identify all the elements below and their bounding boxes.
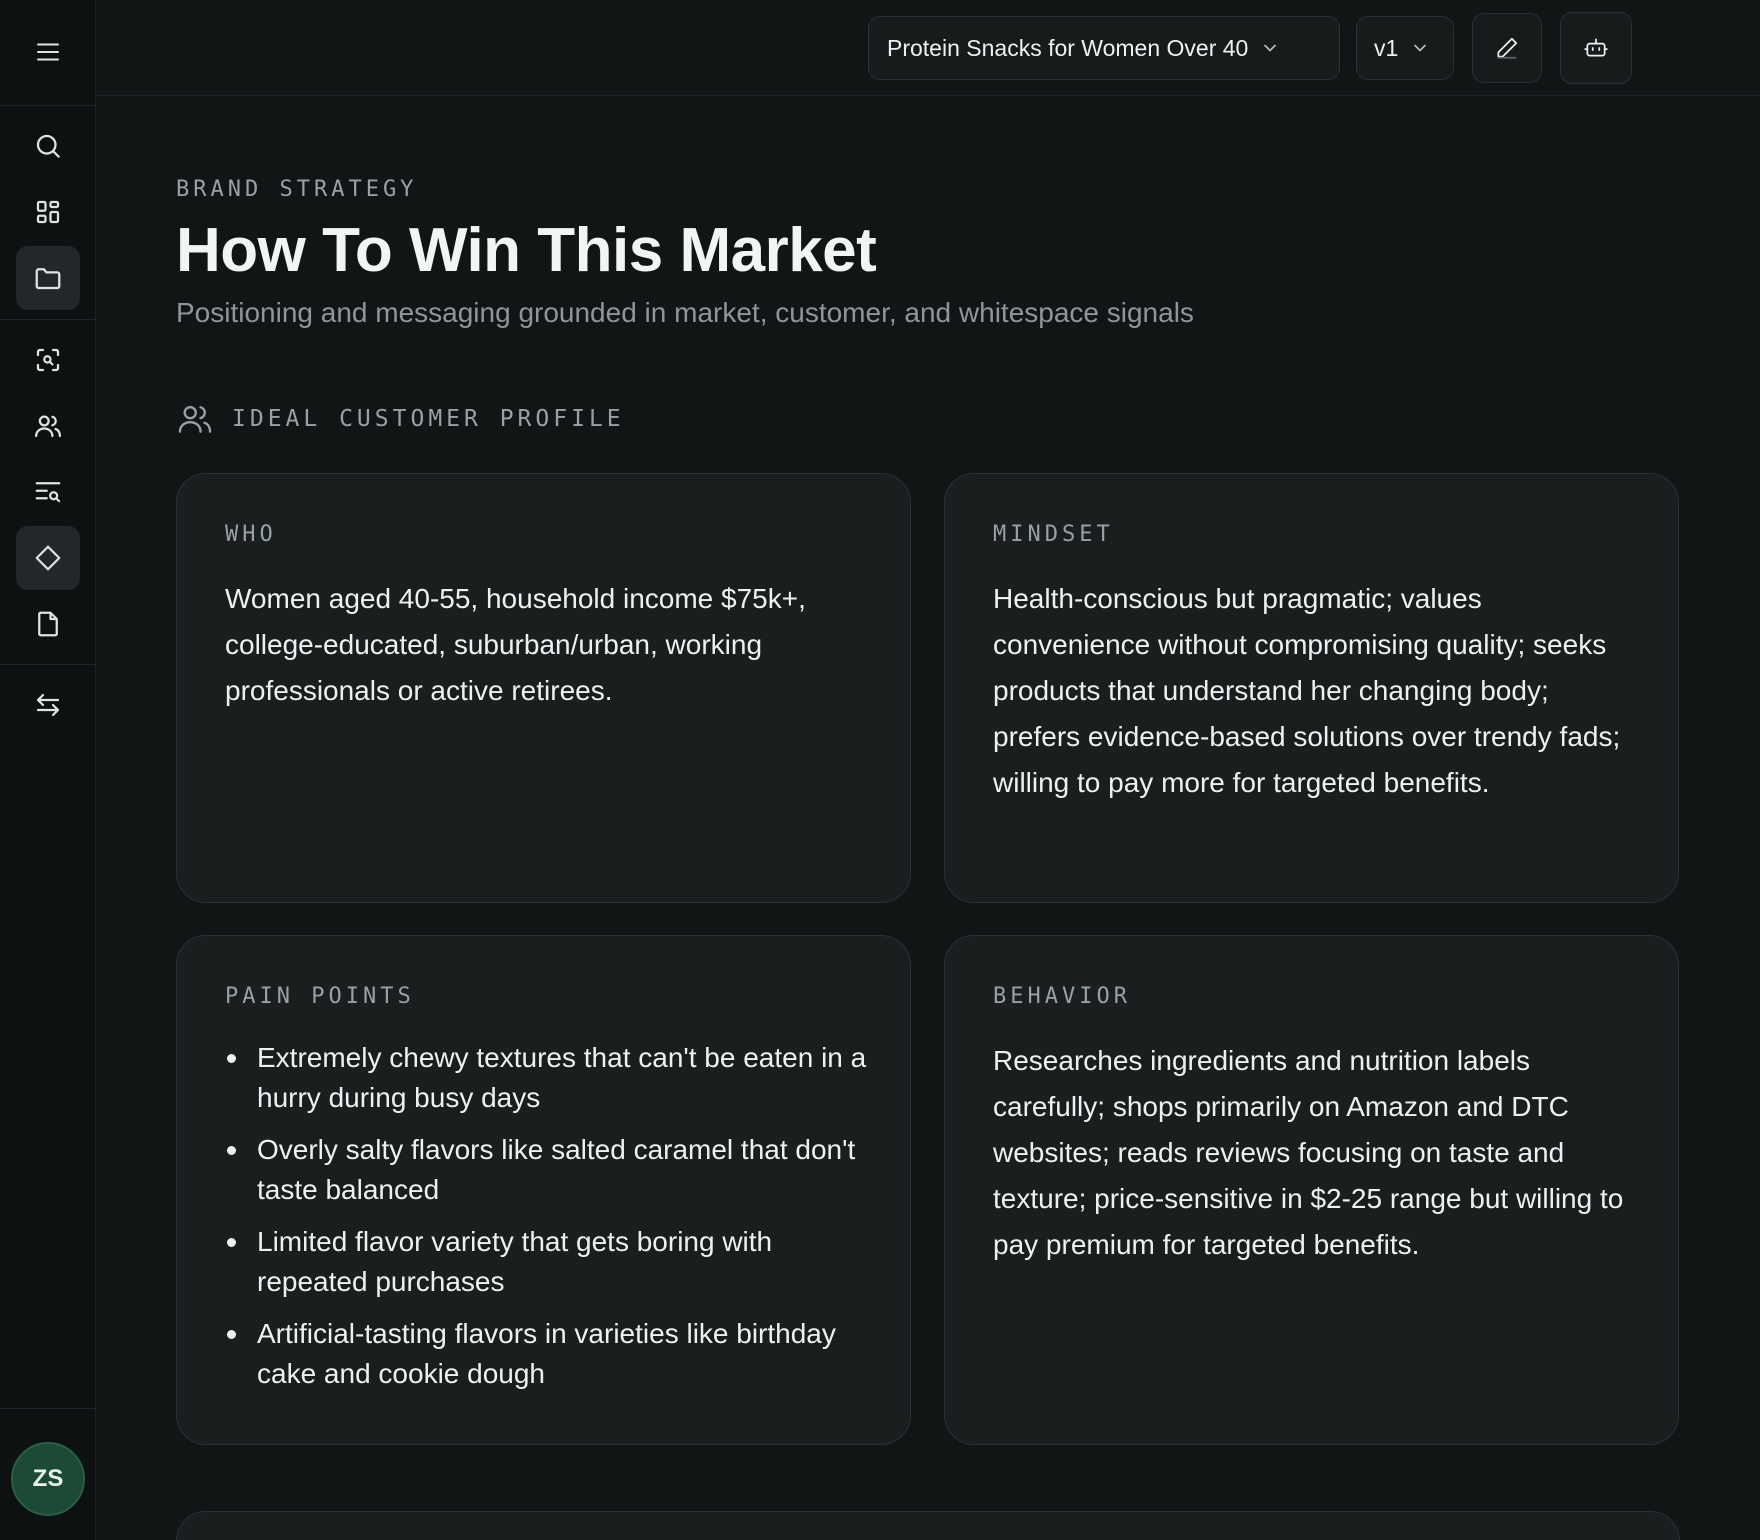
dashboard-icon[interactable]	[16, 180, 80, 244]
diamond-icon[interactable]	[16, 526, 80, 590]
pain-points-list: Extremely chewy textures that can't be e…	[225, 1038, 870, 1406]
project-selector-label: Protein Snacks for Women Over 40	[887, 34, 1249, 61]
section-eyebrow: BRAND STRATEGY	[176, 177, 418, 202]
sidebar-bottom: ZS	[0, 1408, 96, 1540]
page-title: How To Win This Market	[176, 216, 877, 285]
chevron-down-icon	[1264, 44, 1277, 52]
bot-icon	[1584, 38, 1608, 57]
version-selector-label: v1	[1374, 34, 1399, 61]
edit-button[interactable]	[1472, 13, 1542, 83]
main-content: BRAND STRATEGY How To Win This Market Po…	[96, 97, 1760, 1540]
swap-icon[interactable]	[16, 673, 80, 737]
who-card: WHO Women aged 40-55, household income $…	[176, 473, 911, 903]
list-item: Artificial-tasting flavors in varieties …	[225, 1314, 870, 1394]
list-item: Extremely chewy textures that can't be e…	[225, 1038, 870, 1118]
chevron-down-icon	[1414, 44, 1427, 52]
users-icon[interactable]	[16, 394, 80, 458]
mindset-card: MINDSET Health-conscious but pragmatic; …	[944, 473, 1679, 903]
menu-icon[interactable]	[16, 20, 80, 84]
text-search-icon[interactable]	[16, 460, 80, 524]
pain-points-label: PAIN POINTS	[225, 984, 415, 1009]
sidebar-top	[0, 0, 96, 106]
behavior-text: Researches ingredients and nutrition lab…	[993, 1045, 1624, 1260]
behavior-label: BEHAVIOR	[993, 984, 1131, 1009]
sidebar-divider	[0, 319, 96, 320]
icp-section-title: IDEAL CUSTOMER PROFILE	[232, 406, 625, 432]
pain-points-card: PAIN POINTS Extremely chewy textures tha…	[176, 935, 911, 1445]
page-subtitle: Positioning and messaging grounded in ma…	[176, 297, 1194, 328]
mindset-label: MINDSET	[993, 522, 1114, 547]
project-selector[interactable]: Protein Snacks for Women Over 40	[868, 16, 1340, 80]
next-card	[176, 1511, 1680, 1540]
users-icon	[178, 405, 212, 433]
version-selector[interactable]: v1	[1356, 16, 1454, 80]
search-icon[interactable]	[16, 114, 80, 178]
file-icon[interactable]	[16, 592, 80, 656]
folder-icon[interactable]	[16, 246, 80, 310]
app-root: ZS Protein Snacks for Women Over 40 v1 B…	[0, 0, 1760, 1540]
pencil-icon	[1497, 37, 1518, 59]
behavior-card: BEHAVIOR Researches ingredients and nutr…	[944, 935, 1679, 1445]
top-bar: Protein Snacks for Women Over 40 v1	[96, 0, 1760, 96]
who-label: WHO	[225, 522, 277, 547]
list-item: Overly salty flavors like salted caramel…	[225, 1130, 870, 1210]
sidebar: ZS	[0, 0, 96, 1540]
sidebar-divider	[0, 664, 96, 665]
list-item: Limited flavor variety that gets boring …	[225, 1222, 870, 1302]
who-text: Women aged 40-55, household income $75k+…	[225, 583, 806, 706]
assistant-button[interactable]	[1560, 12, 1632, 84]
avatar[interactable]: ZS	[11, 1442, 85, 1516]
icp-section-header: IDEAL CUSTOMER PROFILE	[176, 399, 625, 439]
scan-search-icon[interactable]	[16, 328, 80, 392]
mindset-text: Health-conscious but pragmatic; values c…	[993, 583, 1621, 798]
